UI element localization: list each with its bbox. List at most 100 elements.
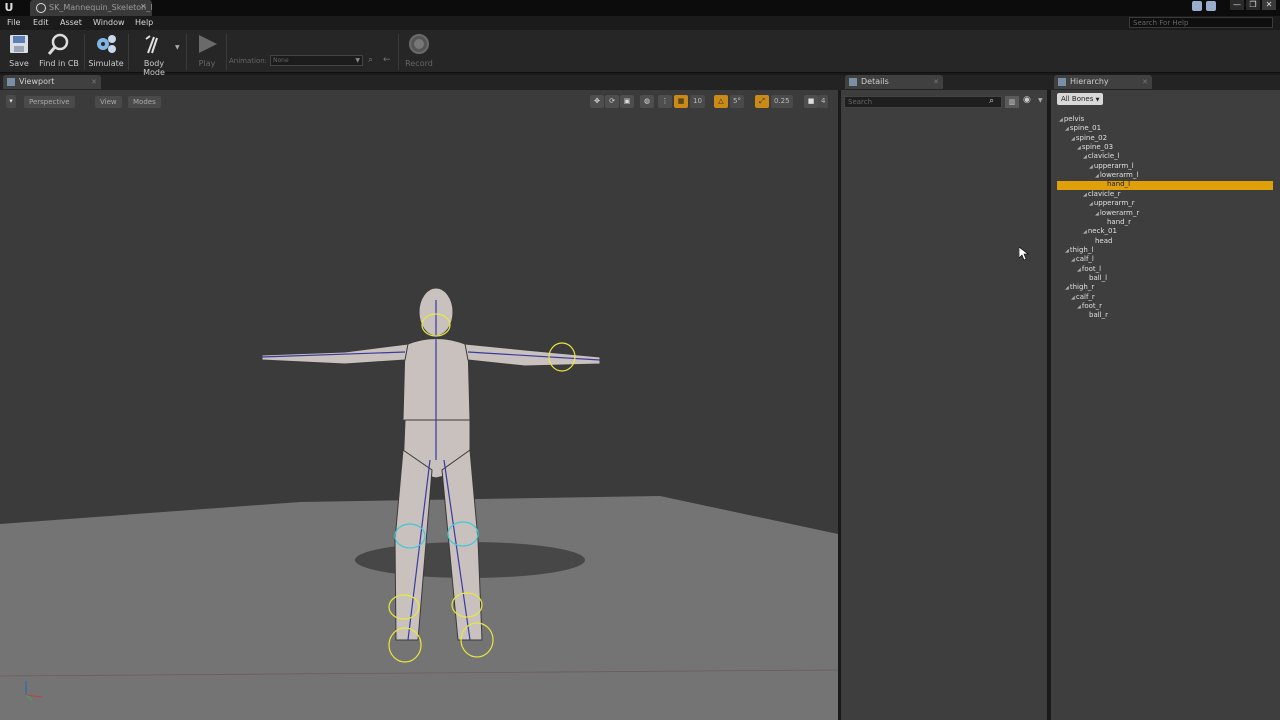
body-mode-button[interactable]: Body Mode: [132, 33, 176, 77]
browse-search-icon[interactable]: ⌕: [368, 55, 373, 65]
bone-row-ball-l[interactable]: ball_l: [1083, 274, 1107, 283]
tab-hierarchy[interactable]: Hierarchy ✕: [1054, 75, 1152, 89]
expand-triangle-icon[interactable]: ◢: [1065, 285, 1069, 291]
expand-triangle-icon[interactable]: ◢: [1071, 136, 1075, 142]
feedback-icon[interactable]: [1192, 1, 1202, 11]
simulate-button[interactable]: Simulate: [88, 33, 124, 68]
bone-row-upperarm-l[interactable]: ◢upperarm_l: [1089, 162, 1134, 171]
expand-triangle-icon[interactable]: ◢: [1083, 229, 1087, 235]
bone-row-ball-r[interactable]: ball_r: [1083, 311, 1108, 320]
chevron-down-icon[interactable]: ▼: [1038, 97, 1043, 104]
expand-triangle-icon[interactable]: ◢: [1089, 164, 1093, 170]
world-local-icon[interactable]: ◍: [640, 95, 654, 108]
scale-snap-value[interactable]: 0.25: [771, 95, 793, 108]
bone-filter-dropdown[interactable]: All Bones ▼: [1057, 93, 1104, 105]
expand-triangle-icon[interactable]: ◢: [1095, 211, 1099, 217]
camera-speed-icon[interactable]: ■: [804, 95, 818, 108]
menu-window[interactable]: Window: [93, 18, 125, 27]
document-tab[interactable]: SK_Mannequin_Skeleton_l ✕: [30, 0, 152, 16]
expand-triangle-icon[interactable]: ◢: [1071, 257, 1075, 263]
property-matrix-icon[interactable]: ▥: [1005, 96, 1019, 108]
menu-edit[interactable]: Edit: [33, 18, 49, 27]
expand-triangle-icon[interactable]: ◢: [1083, 192, 1087, 198]
expand-triangle-icon[interactable]: ◢: [1065, 126, 1069, 132]
search-help-input[interactable]: Search For Help: [1129, 17, 1273, 28]
animation-select[interactable]: None ▼: [270, 55, 363, 66]
bone-row-upperarm-r[interactable]: ◢upperarm_r: [1089, 199, 1135, 208]
expand-triangle-icon[interactable]: ◢: [1077, 267, 1081, 273]
expand-triangle-icon[interactable]: ◢: [1095, 173, 1099, 179]
bone-row-spine-01[interactable]: ◢spine_01: [1065, 124, 1101, 133]
search-icon: ⌕: [989, 96, 995, 106]
view-mode-button[interactable]: View: [95, 96, 122, 108]
body-mode-dropdown-icon[interactable]: ▼: [175, 44, 180, 51]
save-label: Save: [9, 59, 29, 68]
surface-snap-icon[interactable]: ⋮: [658, 95, 672, 108]
unreal-logo-icon[interactable]: U: [2, 1, 16, 15]
bone-row-calf-r[interactable]: ◢calf_r: [1071, 293, 1095, 302]
scale-snap-icon[interactable]: ⤢: [755, 95, 769, 108]
bone-row-clavicle-l[interactable]: ◢clavicle_l: [1083, 152, 1120, 161]
close-window-button[interactable]: ✕: [1262, 0, 1276, 10]
viewport-canvas[interactable]: [0, 90, 838, 720]
tab-details[interactable]: Details ✕: [845, 75, 943, 89]
bone-row-head[interactable]: head: [1089, 237, 1112, 246]
close-tab-icon[interactable]: ✕: [1142, 75, 1148, 89]
expand-triangle-icon[interactable]: ◢: [1083, 154, 1087, 160]
record-icon: [409, 34, 429, 54]
bone-row-thigh-r[interactable]: ◢thigh_r: [1065, 283, 1094, 292]
details-search-input[interactable]: Search: [844, 96, 1002, 108]
close-tab-icon[interactable]: ✕: [933, 75, 939, 89]
separator: [84, 34, 85, 70]
expand-triangle-icon[interactable]: ◢: [1077, 145, 1081, 151]
grid-snap-value[interactable]: 10: [690, 95, 705, 108]
minimize-button[interactable]: —: [1230, 0, 1244, 10]
perspective-label: Perspective: [29, 98, 70, 106]
perspective-button[interactable]: Perspective: [24, 96, 75, 108]
find-in-cb-button[interactable]: Find in CB: [38, 33, 80, 68]
rotation-snap-icon[interactable]: △: [714, 95, 728, 108]
eye-icon[interactable]: ◉: [1023, 95, 1031, 105]
bone-row-foot-r[interactable]: ◢foot_r: [1077, 302, 1102, 311]
rotate-icon[interactable]: ⟳: [605, 95, 619, 108]
save-button[interactable]: Save: [6, 33, 32, 68]
bone-row-pelvis[interactable]: ◢pelvis: [1059, 115, 1084, 124]
play-icon: [199, 35, 217, 53]
bone-row-neck-01[interactable]: ◢neck_01: [1083, 227, 1117, 236]
show-modes-button[interactable]: Modes: [128, 96, 161, 108]
close-tab-icon[interactable]: ✕: [140, 2, 147, 11]
bone-row-spine-02[interactable]: ◢spine_02: [1071, 134, 1107, 143]
bone-row-hand-l[interactable]: hand_l: [1101, 180, 1130, 189]
menu-asset[interactable]: Asset: [60, 18, 82, 27]
maximize-button[interactable]: ❐: [1246, 0, 1260, 10]
expand-triangle-icon[interactable]: ◢: [1065, 248, 1069, 254]
viewport-options-dropdown[interactable]: ▾: [6, 95, 16, 108]
use-selected-arrow-icon[interactable]: ←: [383, 55, 391, 65]
menu-file[interactable]: File: [7, 18, 20, 27]
play-button[interactable]: Play: [192, 33, 222, 68]
expand-triangle-icon[interactable]: ◢: [1077, 304, 1081, 310]
record-button[interactable]: Record: [402, 33, 436, 68]
tab-viewport[interactable]: Viewport ✕: [3, 75, 101, 89]
expand-triangle-icon[interactable]: ◢: [1059, 117, 1063, 123]
bone-name: lowerarm_l: [1099, 171, 1139, 180]
expand-triangle-icon[interactable]: ◢: [1089, 201, 1093, 207]
expand-triangle-icon[interactable]: ◢: [1071, 295, 1075, 301]
menu-help[interactable]: Help: [135, 18, 153, 27]
bone-row-calf-l[interactable]: ◢calf_l: [1071, 255, 1094, 264]
rotation-snap-value[interactable]: 5°: [730, 95, 744, 108]
bone-row-clavicle-r[interactable]: ◢clavicle_r: [1083, 190, 1121, 199]
bone-row-thigh-l[interactable]: ◢thigh_l: [1065, 246, 1093, 255]
grid-snap-icon[interactable]: ▦: [674, 95, 688, 108]
bone-row-foot-l[interactable]: ◢foot_l: [1077, 265, 1101, 274]
bone-row-hand-r[interactable]: hand_r: [1101, 218, 1131, 227]
camera-speed-value[interactable]: 4: [818, 95, 829, 108]
translate-icon[interactable]: ✥: [590, 95, 604, 108]
bone-row-spine-03[interactable]: ◢spine_03: [1077, 143, 1113, 152]
bone-row-lowerarm-l[interactable]: ◢lowerarm_l: [1095, 171, 1138, 180]
bone-name: thigh_l: [1069, 245, 1094, 254]
close-tab-icon[interactable]: ✕: [91, 75, 97, 89]
source-control-icon[interactable]: [1206, 1, 1216, 11]
scale-icon[interactable]: ▣: [620, 95, 634, 108]
bone-row-lowerarm-r[interactable]: ◢lowerarm_r: [1095, 209, 1139, 218]
